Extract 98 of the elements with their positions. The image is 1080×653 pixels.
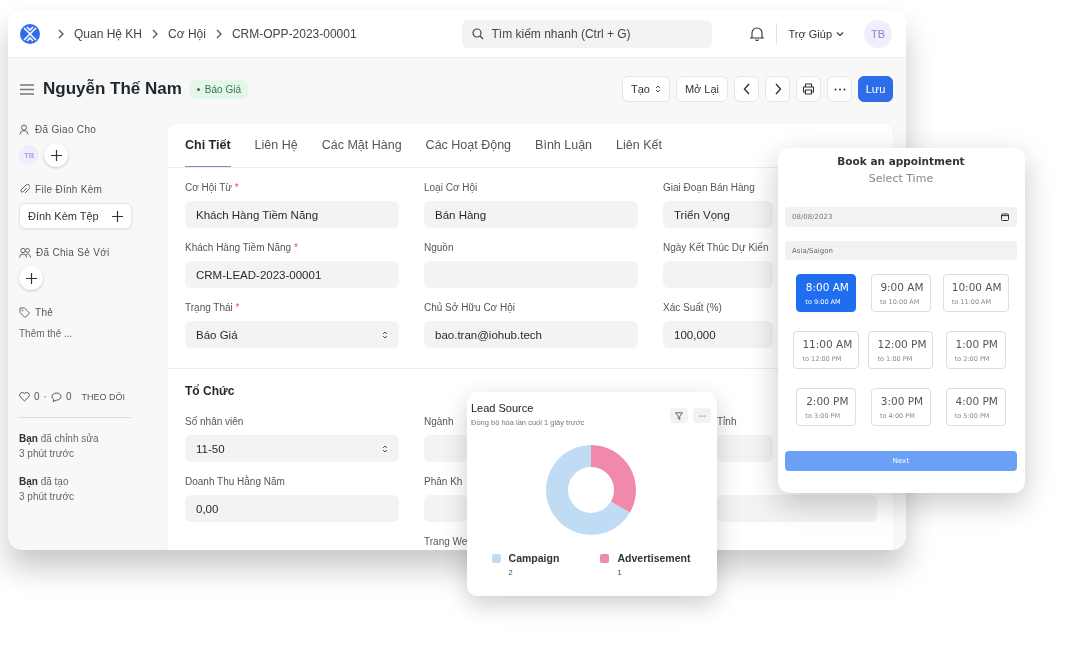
separator: · bbox=[43, 391, 47, 402]
next-button[interactable] bbox=[765, 76, 790, 102]
input-field[interactable]: 0,00 bbox=[185, 495, 399, 522]
input-field[interactable]: Khách Hàng Tiềm Năng bbox=[185, 201, 399, 228]
chart-title: Lead Source bbox=[471, 402, 535, 414]
input-field[interactable]: CRM-LEAD-2023-00001 bbox=[185, 261, 399, 288]
activity-time: 3 phút trước bbox=[19, 490, 75, 504]
breadcrumb-link[interactable]: CRM-OPP-2023-00001 bbox=[231, 26, 357, 41]
tab[interactable]: Liên Hệ bbox=[254, 124, 298, 167]
select-field[interactable]: 11-50 bbox=[185, 435, 399, 462]
field-label: Loại Cơ Hội bbox=[424, 182, 478, 195]
create-button[interactable]: Tạo bbox=[621, 76, 670, 102]
field-label: Tỉnh bbox=[717, 416, 737, 429]
tab[interactable]: Các Mặt Hàng bbox=[321, 124, 402, 167]
filter-button[interactable] bbox=[670, 408, 688, 423]
page-title: Nguyễn Thế Nam bbox=[43, 79, 182, 99]
plus-icon bbox=[50, 149, 62, 161]
field-label: Giai Đoạn Bán Hàng bbox=[663, 182, 755, 195]
field-label: Trạng Thái * bbox=[185, 302, 240, 315]
input-field[interactable] bbox=[663, 261, 773, 288]
up-down-caret-icon bbox=[382, 443, 388, 454]
search-field[interactable]: Tìm kiếm nhanh (Ctrl + G) bbox=[461, 19, 712, 48]
section-title: Thẻ bbox=[19, 307, 168, 318]
add-button[interactable] bbox=[44, 143, 68, 167]
field-label: Ngày Kết Thúc Dự Kiến bbox=[663, 242, 769, 255]
section-title: Đã Chia Sẻ Với bbox=[19, 247, 168, 258]
tab[interactable]: Các Hoạt Động bbox=[425, 124, 512, 167]
chevron-right-icon bbox=[57, 28, 65, 39]
prev-button[interactable] bbox=[734, 76, 759, 102]
input-field[interactable]: bao.tran@iohub.tech bbox=[424, 321, 638, 348]
calendar-icon bbox=[1001, 213, 1009, 221]
follow-button[interactable]: THEO DÕI bbox=[81, 391, 125, 402]
tag-icon bbox=[19, 307, 30, 318]
help-menu[interactable]: Trợ Giúp bbox=[788, 27, 844, 40]
paperclip-icon bbox=[19, 184, 30, 195]
field-label: Phân Kh bbox=[424, 476, 463, 489]
more-icon bbox=[833, 87, 846, 91]
activity-text: Bạn đã tạo bbox=[19, 475, 70, 489]
attach-file-button[interactable]: Đính Kèm Tệp bbox=[19, 203, 132, 229]
add-tag-link[interactable]: Thêm thẻ ... bbox=[19, 328, 168, 339]
legend-label: Advertisement bbox=[617, 552, 691, 564]
printer-icon bbox=[802, 83, 815, 95]
input-field[interactable] bbox=[424, 435, 467, 462]
search-icon bbox=[471, 27, 484, 40]
chevron-right-icon bbox=[214, 28, 223, 39]
bell-icon[interactable] bbox=[749, 26, 764, 41]
legend-label: Campaign bbox=[508, 552, 560, 564]
field-label: Chủ Sở Hữu Cơ Hội bbox=[424, 302, 515, 315]
select-field[interactable]: Báo Giá bbox=[185, 321, 399, 348]
chevron-right-icon bbox=[151, 28, 160, 39]
up-down-caret-icon bbox=[654, 84, 661, 94]
field-label: Nguồn bbox=[424, 242, 454, 255]
plus-icon bbox=[25, 272, 37, 284]
add-button[interactable] bbox=[19, 266, 43, 290]
tab[interactable]: Bình Luận bbox=[535, 124, 593, 167]
field-label: Cơ Hội Từ * bbox=[185, 182, 239, 195]
input-field[interactable]: Triển Vọng bbox=[663, 201, 773, 228]
filter-icon bbox=[675, 411, 683, 420]
print-button[interactable] bbox=[796, 76, 821, 102]
heart-icon[interactable] bbox=[19, 391, 30, 402]
chevron-right-icon bbox=[773, 83, 782, 95]
menu-icon[interactable] bbox=[20, 83, 34, 95]
input-field[interactable]: Bán Hàng bbox=[424, 201, 638, 228]
reopen-button[interactable]: Mở Lại bbox=[675, 76, 728, 102]
field-label: Số nhân viên bbox=[185, 416, 244, 429]
field-label: Doanh Thu Hằng Năm bbox=[185, 476, 285, 489]
comment-count: 0 bbox=[65, 391, 72, 402]
breadcrumb-link[interactable]: Quan Hệ KH bbox=[74, 26, 143, 41]
like-count: 0 bbox=[34, 391, 40, 402]
input-field[interactable] bbox=[717, 495, 877, 522]
input-field[interactable]: 100,000 bbox=[663, 321, 773, 348]
up-down-caret-icon bbox=[382, 329, 388, 340]
save-button[interactable]: Lưu bbox=[858, 76, 893, 102]
logo-icon bbox=[19, 22, 41, 45]
activity-text: Bạn đã chỉnh sửa bbox=[19, 432, 100, 446]
section-title: Đã Giao Cho bbox=[19, 124, 168, 135]
people-icon bbox=[19, 247, 31, 258]
card-subtitle: Select Time bbox=[867, 172, 935, 185]
field-label: Ngành bbox=[424, 416, 454, 429]
chevron-left-icon bbox=[742, 83, 751, 95]
assignee-avatar: TB bbox=[19, 145, 39, 165]
plus-icon bbox=[112, 210, 123, 222]
section-title: File Đính Kèm bbox=[19, 184, 168, 195]
input-field[interactable] bbox=[717, 435, 773, 462]
section-heading: Tổ Chức bbox=[184, 383, 236, 400]
tab[interactable]: Chi Tiết bbox=[185, 124, 231, 167]
person-icon bbox=[19, 124, 30, 135]
breadcrumb-link[interactable]: Cơ Hội bbox=[168, 26, 206, 41]
card-title: Book an appointment bbox=[836, 155, 966, 167]
input-field[interactable] bbox=[424, 495, 467, 522]
field-label: Trang We bbox=[424, 536, 468, 549]
field-label: Xác Suất (%) bbox=[663, 302, 722, 315]
tab[interactable]: Liên Kết bbox=[616, 124, 662, 167]
status-badge: Báo Giá bbox=[189, 79, 248, 99]
activity-time: 3 phút trước bbox=[19, 447, 75, 461]
comment-icon[interactable] bbox=[50, 391, 62, 402]
field-label: Khách Hàng Tiềm Năng * bbox=[185, 242, 298, 255]
chevron-down-icon bbox=[836, 30, 844, 37]
